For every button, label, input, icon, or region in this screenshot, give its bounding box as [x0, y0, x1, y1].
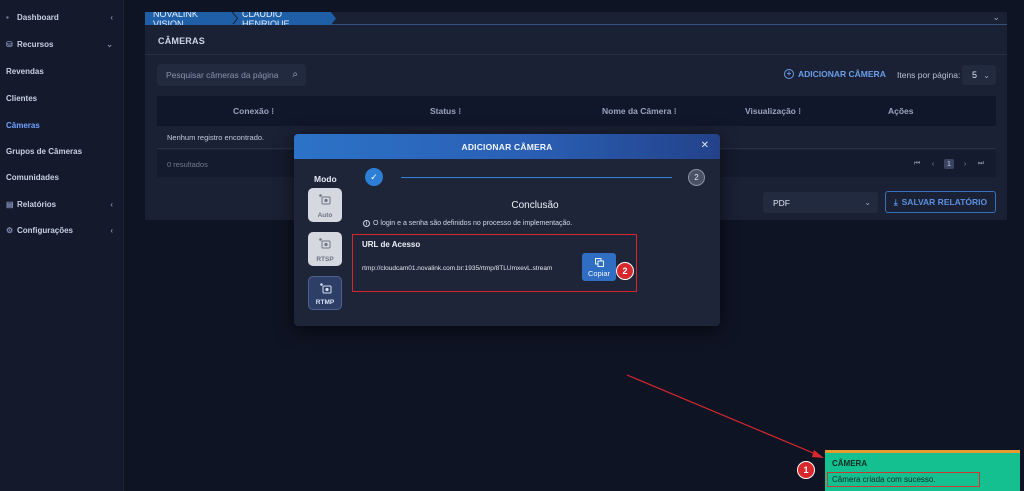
sidebar-item-label: Recursos	[17, 39, 54, 49]
step-1-done-icon: ✓	[365, 168, 383, 186]
section-heading: Conclusão	[511, 200, 559, 211]
step-2-indicator: 2	[688, 169, 705, 186]
per-page-select[interactable]: 5 ⌄	[962, 65, 996, 85]
sidebar: ▪ Dashboard ‹ ⛁ Recursos ⌄ Revendas Clie…	[0, 0, 124, 491]
modal-title: ADICIONAR CÂMERA	[461, 141, 553, 152]
next-page-icon[interactable]: ›	[960, 159, 970, 169]
info-note: i O login e a senha são definidos no pro…	[363, 220, 572, 227]
sidebar-item-label: Relatórios	[17, 199, 57, 209]
close-icon[interactable]: ✕	[701, 140, 709, 151]
toast-title: CÂMERA	[832, 459, 868, 468]
toast-message: Câmera criada com sucesso.	[832, 475, 936, 484]
sidebar-item-revendas[interactable]: Revendas	[0, 61, 124, 81]
sidebar-item-label: Clientes	[6, 93, 38, 103]
search-placeholder: Pesquisar câmeras da página	[166, 70, 279, 80]
mode-label-rtsp: RTSP	[316, 256, 334, 263]
add-camera-label: ADICIONAR CÂMERA	[798, 69, 886, 79]
chevron-left-icon: ‹	[110, 199, 113, 209]
sidebar-item-label: Dashboard	[17, 12, 59, 22]
access-url-value: rtmp://cloudcam01.novalink.com.br:1935/r…	[362, 265, 553, 272]
per-page-label: Itens por página:	[897, 70, 961, 80]
url-label: URL de Acesso	[362, 240, 421, 249]
report-format-select[interactable]: PDF ⌄	[763, 192, 878, 213]
sidebar-item-recursos[interactable]: ⛁ Recursos ⌄	[0, 34, 124, 54]
modal-header: ADICIONAR CÂMERA	[294, 134, 720, 159]
copy-label: Copiar	[587, 269, 611, 278]
per-page-value: 5	[972, 70, 978, 80]
add-camera-button[interactable]: + ADICIONAR CÂMERA	[784, 69, 886, 79]
last-page-icon[interactable]: ⏭	[976, 159, 986, 169]
report-format-value: PDF	[773, 197, 790, 208]
breadcrumb-item-client[interactable]: CLAUDIO HENRIQUE	[233, 12, 336, 25]
sidebar-item-label: Revendas	[6, 66, 44, 76]
plus-circle-icon: +	[784, 69, 794, 79]
reports-icon: ▤	[6, 199, 14, 209]
sidebar-item-label: Configurações	[17, 225, 74, 235]
column-header-visualizacao[interactable]: Visualização ⁝	[745, 106, 801, 117]
sidebar-item-relatorios[interactable]: ▤ Relatórios ‹	[0, 194, 124, 214]
first-page-icon[interactable]: ⏮	[912, 159, 922, 169]
camera-rtmp-icon	[320, 283, 332, 294]
current-page[interactable]: 1	[944, 159, 954, 169]
divider	[145, 54, 1007, 55]
chevron-down-icon[interactable]: ⌄	[992, 12, 1000, 23]
dashboard-icon: ▪	[6, 12, 9, 22]
table-header	[157, 96, 996, 126]
annotation-badge-1: 1	[797, 461, 815, 479]
sidebar-item-cameras[interactable]: Câmeras	[0, 115, 124, 135]
settings-icon: ⚙	[6, 225, 14, 235]
breadcrumb-item-company[interactable]: NOVALINK VISION	[145, 12, 237, 25]
mode-label-auto: Auto	[317, 212, 333, 219]
download-icon: ⤓	[893, 196, 898, 207]
search-icon: ⌕	[292, 69, 298, 80]
mode-label: Modo	[314, 174, 337, 184]
add-camera-modal: ADICIONAR CÂMERA ✕ Modo Auto RTSP RTMP ✓…	[294, 134, 720, 326]
info-icon: i	[363, 220, 370, 227]
mode-rtmp-button[interactable]: RTMP	[308, 276, 342, 310]
sidebar-item-label: Câmeras	[6, 120, 40, 130]
prev-page-icon[interactable]: ‹	[928, 159, 938, 169]
chevron-left-icon: ‹	[110, 225, 113, 235]
camera-rtsp-icon	[319, 238, 331, 249]
sidebar-item-grupos[interactable]: Grupos de Câmeras	[0, 141, 124, 161]
sidebar-item-comunidades[interactable]: Comunidades	[0, 167, 124, 187]
sidebar-item-label: Comunidades	[6, 172, 59, 182]
results-count: 0 resultados	[167, 160, 208, 169]
column-header-nome[interactable]: Nome da Câmera ⁝	[602, 106, 677, 117]
column-header-acoes: Ações	[888, 106, 914, 116]
sidebar-item-dashboard[interactable]: ▪ Dashboard ‹	[0, 7, 124, 27]
annotation-badge-2: 2	[616, 262, 634, 280]
empty-message: Nenhum registro encontrado.	[167, 133, 265, 142]
column-header-status[interactable]: Status ⁝	[430, 106, 461, 117]
copy-button[interactable]: Copiar	[582, 253, 616, 281]
stepper-line	[401, 177, 672, 178]
resources-icon: ⛁	[6, 39, 13, 49]
info-text: O login e a senha são definidos no proce…	[373, 220, 573, 227]
search-input[interactable]: Pesquisar câmeras da página ⌕	[157, 64, 306, 86]
chevron-left-icon: ‹	[110, 12, 113, 22]
chevron-down-icon: ⌄	[864, 198, 871, 207]
column-header-conexao[interactable]: Conexão ⁝	[233, 106, 274, 117]
page-title: CÂMERAS	[158, 36, 205, 46]
chevron-down-icon: ⌄	[983, 70, 990, 80]
mode-rtsp-button[interactable]: RTSP	[308, 232, 342, 266]
sidebar-item-label: Grupos de Câmeras	[6, 146, 83, 156]
chevron-down-icon: ⌄	[106, 39, 113, 49]
pagination: ⏮ ‹ 1 › ⏭	[912, 159, 986, 169]
sidebar-item-clientes[interactable]: Clientes	[0, 88, 124, 108]
save-report-button[interactable]: ⤓ SALVAR RELATÓRIO	[885, 191, 996, 213]
mode-label-rtmp: RTMP	[315, 299, 335, 306]
copy-icon	[595, 258, 604, 267]
save-report-label: SALVAR RELATÓRIO	[901, 197, 988, 207]
sidebar-item-configuracoes[interactable]: ⚙ Configurações ‹	[0, 220, 124, 240]
